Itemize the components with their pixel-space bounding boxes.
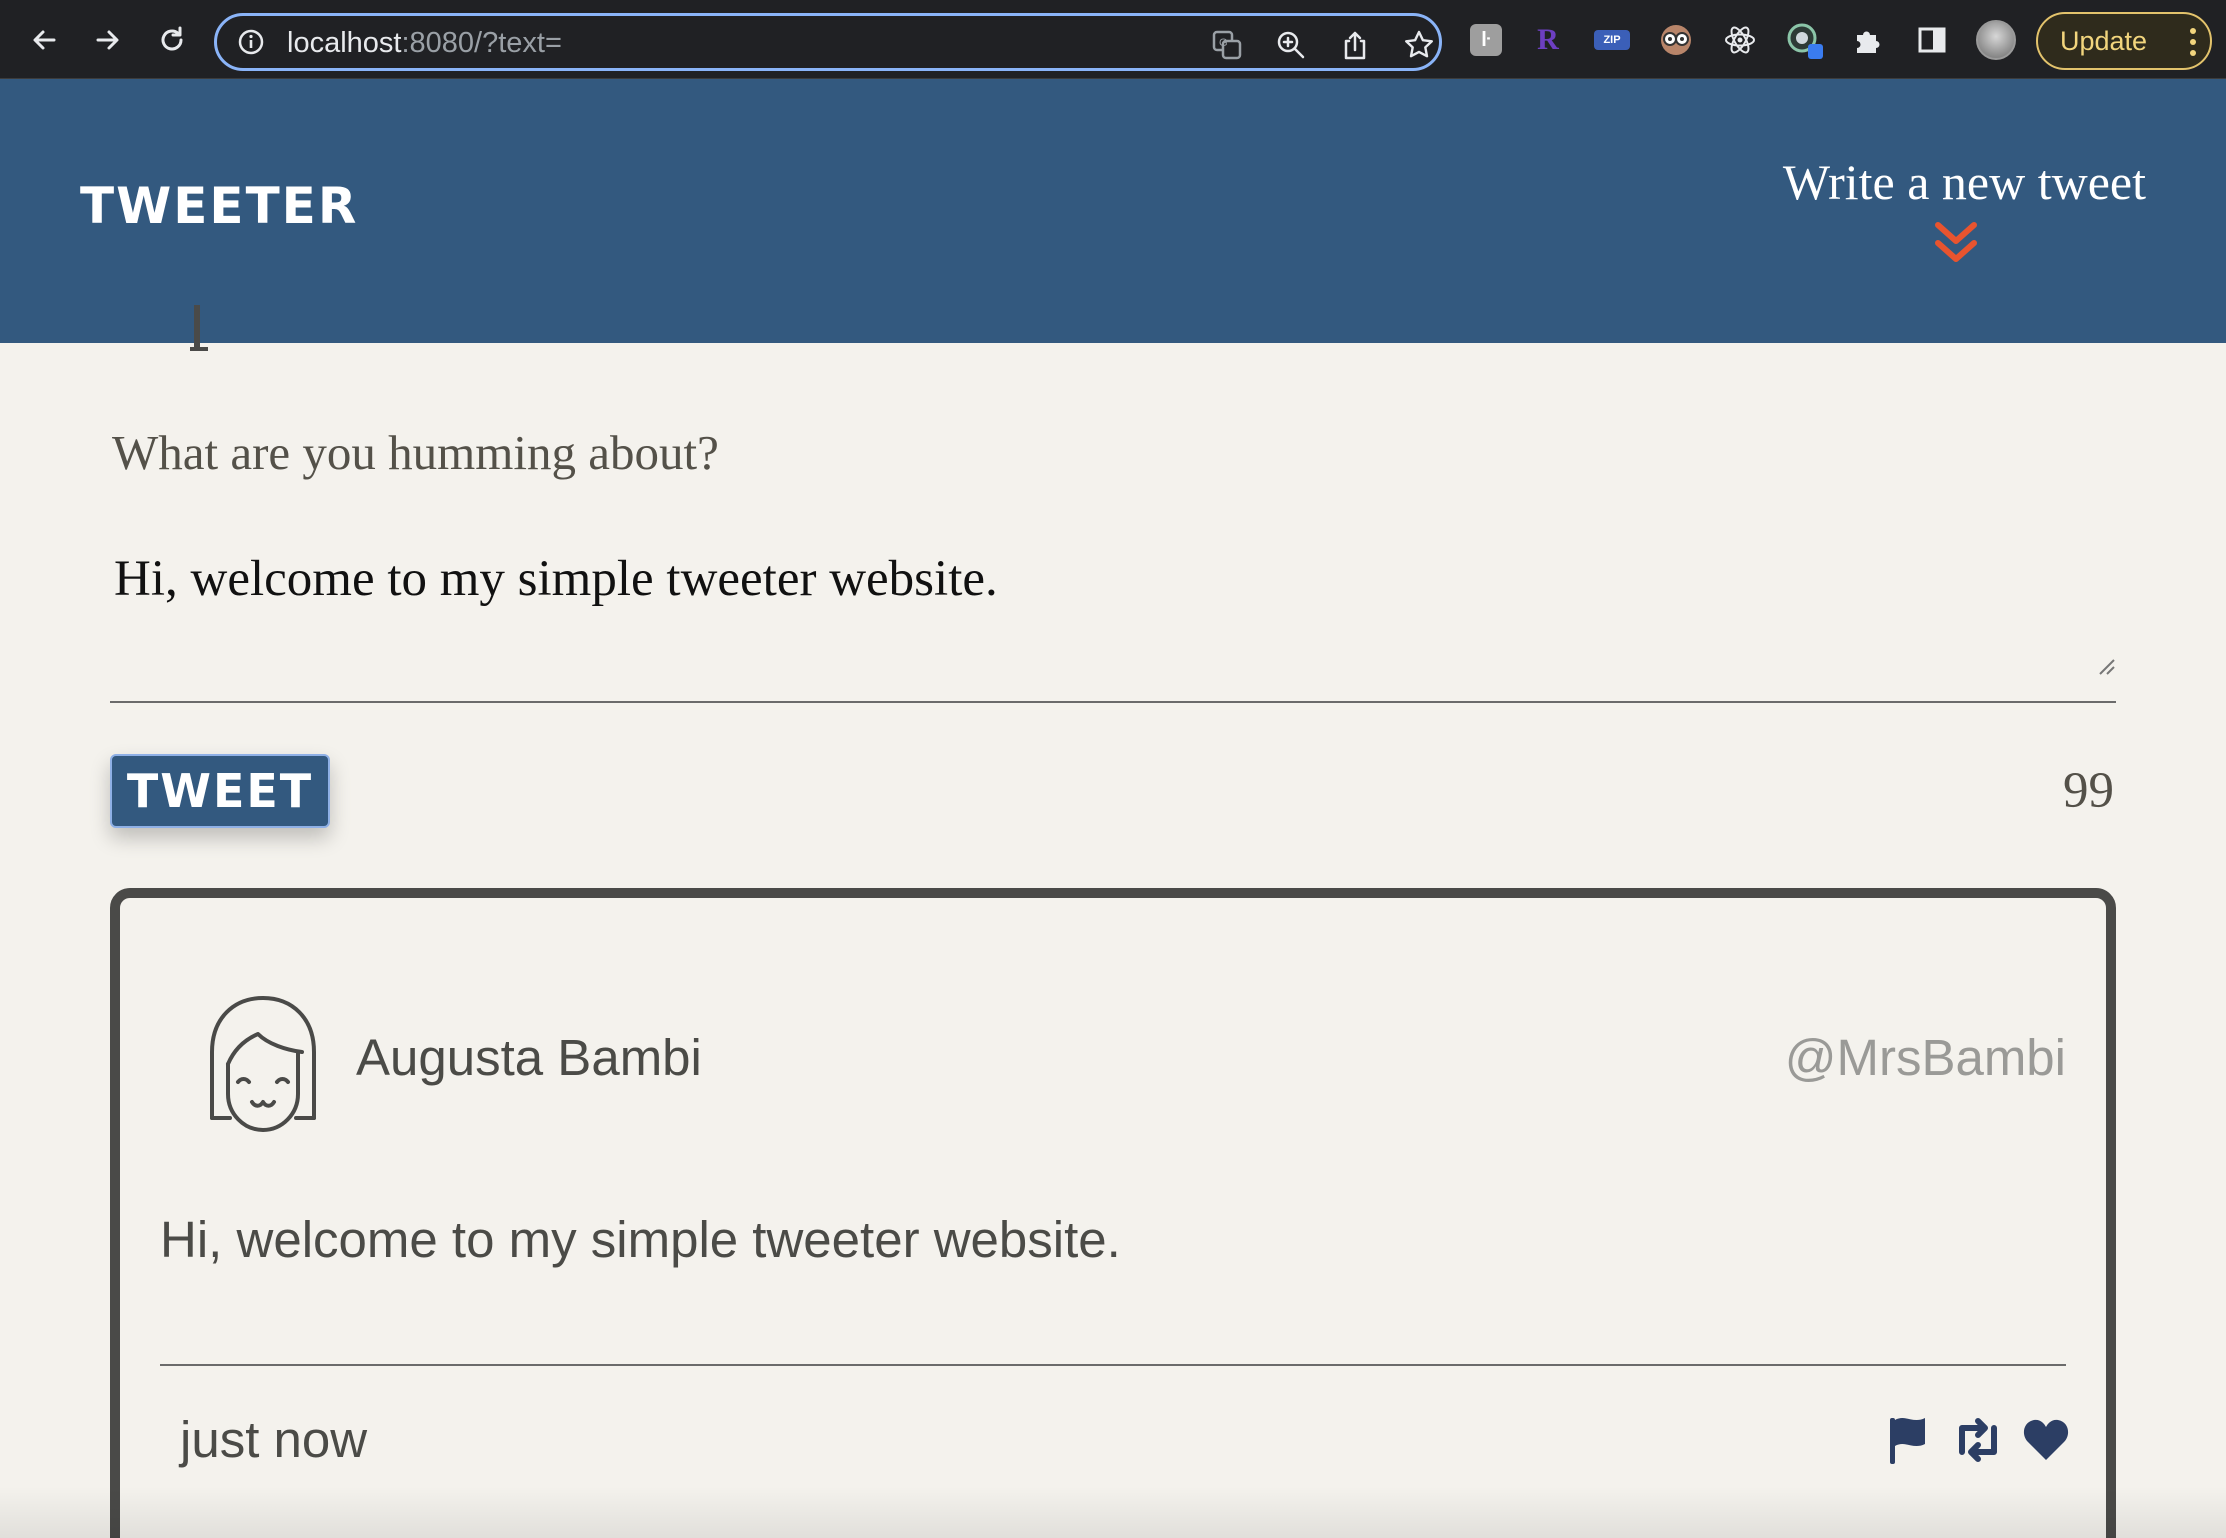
retweet-icon[interactable] [1952, 1414, 2004, 1466]
extension-icon[interactable]: ŀ [1466, 20, 1506, 60]
cut-off-heading-glyph [190, 305, 208, 351]
tweet-submit-button[interactable]: TWEET [110, 754, 330, 828]
update-label: Update [2060, 25, 2148, 56]
extension-icon[interactable]: R [1528, 20, 1568, 60]
browser-toolbar: localhost:8080/?text= G ŀ R ZIP Update [0, 0, 2226, 79]
address-url[interactable]: localhost:8080/?text= [287, 27, 562, 60]
compose-toggle-link[interactable]: Write a new tweet [1783, 153, 2146, 211]
address-bar[interactable]: localhost:8080/?text= G [214, 13, 1442, 71]
translate-icon[interactable]: G [1211, 29, 1243, 61]
puzzle-icon[interactable] [1848, 20, 1888, 60]
info-icon[interactable] [237, 28, 265, 56]
tweet-timestamp: just now [180, 1411, 368, 1468]
menu-dots-icon[interactable] [2190, 28, 2196, 56]
share-icon[interactable] [1339, 29, 1371, 61]
star-icon[interactable] [1403, 29, 1435, 61]
heart-icon[interactable] [2020, 1414, 2072, 1466]
back-icon[interactable] [20, 16, 68, 64]
double-chevron-down-icon[interactable] [1932, 219, 1980, 265]
extension-icon[interactable] [1656, 20, 1696, 60]
tweet-card: Augusta Bambi @MrsBambi Hi, welcome to m… [110, 888, 2116, 1538]
resize-grip-icon[interactable] [2096, 656, 2116, 676]
tweet-content: Hi, welcome to my simple tweeter website… [160, 1211, 1121, 1268]
tweet-divider [160, 1364, 2066, 1366]
profile-avatar[interactable] [1976, 20, 2016, 60]
user-avatar [210, 996, 316, 1132]
extension-icon[interactable]: ZIP [1592, 20, 1632, 60]
reload-icon[interactable] [148, 16, 196, 64]
site-header: TWEETER Write a new tweet [0, 79, 2226, 343]
extension-icon[interactable] [1784, 20, 1824, 60]
user-display-name: Augusta Bambi [356, 1029, 702, 1086]
extension-icon[interactable] [1720, 20, 1760, 60]
site-logo[interactable]: TWEETER [80, 177, 358, 235]
sidepanel-icon[interactable] [1912, 20, 1952, 60]
compose-label: What are you humming about? [112, 425, 719, 480]
scroll-shadow [0, 1486, 2226, 1538]
flag-icon[interactable] [1884, 1414, 1936, 1466]
tweet-textarea[interactable]: Hi, welcome to my simple tweeter website… [110, 538, 2116, 703]
update-button[interactable]: Update [2036, 12, 2212, 70]
forward-icon[interactable] [84, 16, 132, 64]
character-counter: 99 [2063, 763, 2114, 819]
user-handle: @MrsBambi [1784, 1029, 2066, 1086]
svg-text:G: G [1219, 37, 1228, 49]
zoom-icon[interactable] [1275, 29, 1307, 61]
